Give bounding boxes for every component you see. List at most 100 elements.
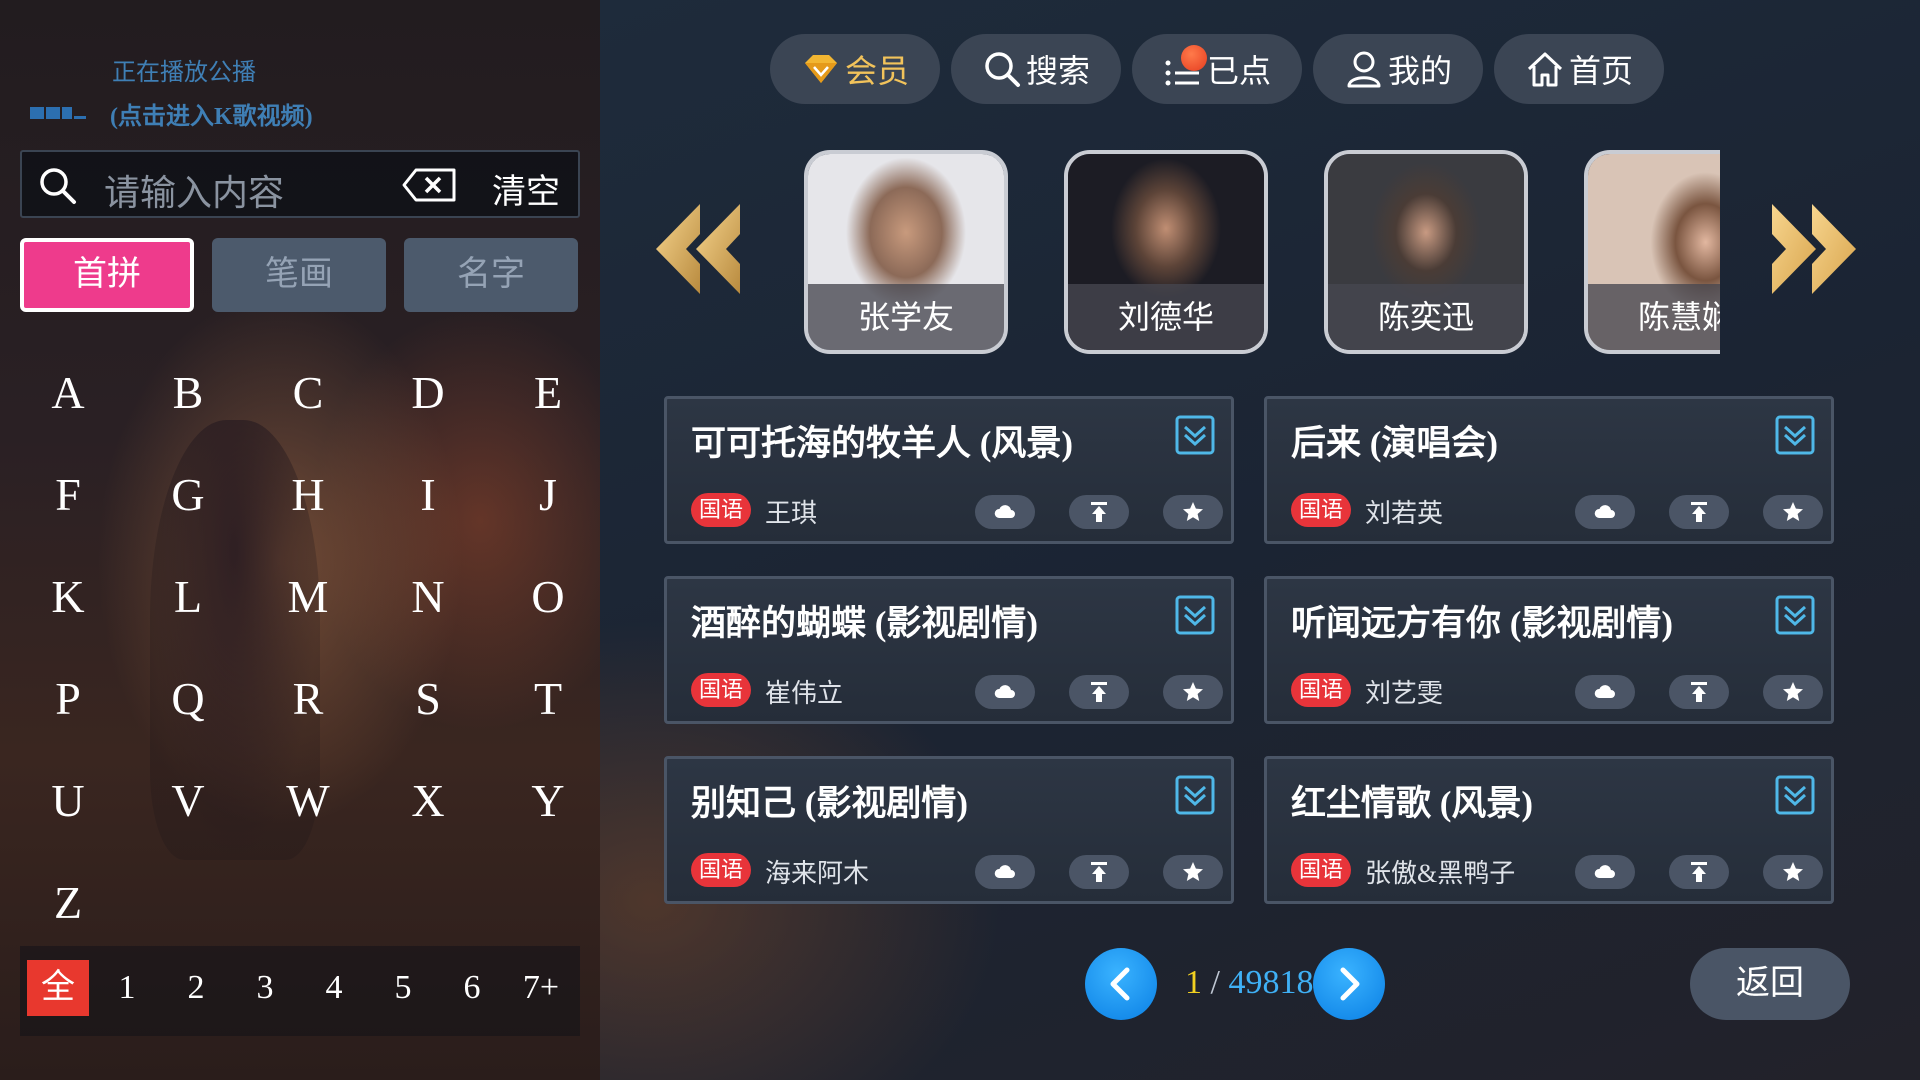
chevron-down-icon[interactable]	[1175, 775, 1215, 815]
key-s[interactable]: S	[388, 672, 468, 725]
favorite-button[interactable]	[1763, 495, 1823, 529]
word-count-4[interactable]: 4	[303, 960, 365, 1016]
key-p[interactable]: P	[28, 672, 108, 725]
word-count-1[interactable]: 1	[96, 960, 158, 1016]
key-q[interactable]: Q	[148, 672, 228, 725]
diamond-icon	[804, 55, 837, 83]
artist-card[interactable]: 陈慧娴	[1584, 150, 1720, 354]
key-l[interactable]: L	[148, 570, 228, 623]
cloud-download-button[interactable]	[975, 675, 1035, 709]
pin-top-button[interactable]	[1069, 675, 1129, 709]
pin-top-icon	[1091, 862, 1107, 882]
artists-prev-arrow-icon[interactable]	[652, 200, 744, 298]
prev-page-button[interactable]	[1085, 948, 1157, 1020]
pin-top-button[interactable]	[1069, 855, 1129, 889]
pin-top-button[interactable]	[1669, 495, 1729, 529]
vip-button[interactable]: 会员	[770, 34, 940, 104]
key-g[interactable]: G	[148, 468, 228, 521]
cloud-download-button[interactable]	[1575, 675, 1635, 709]
key-e[interactable]: E	[508, 366, 588, 419]
tab-first-letter[interactable]: 首拼	[20, 238, 194, 312]
key-v[interactable]: V	[148, 774, 228, 827]
my-button[interactable]: 我的	[1313, 34, 1483, 104]
now-playing-link[interactable]: 正在播放公播 (点击进入K歌视频)	[30, 48, 450, 138]
search-input[interactable]: 请输入内容 清空	[20, 150, 580, 218]
word-count-7plus[interactable]: 7+	[510, 960, 572, 1016]
key-b[interactable]: B	[148, 366, 228, 419]
artists-next-arrow-icon[interactable]	[1768, 200, 1860, 298]
key-u[interactable]: U	[28, 774, 108, 827]
key-z[interactable]: Z	[28, 876, 108, 929]
word-count-2[interactable]: 2	[165, 960, 227, 1016]
pin-top-button[interactable]	[1069, 495, 1129, 529]
favorite-button[interactable]	[1163, 495, 1223, 529]
back-button[interactable]: 返回	[1690, 948, 1850, 1020]
tab-name[interactable]: 名字	[404, 238, 578, 312]
song-card[interactable]: 别知己 (影视剧情) 国语 海来阿木	[664, 756, 1234, 904]
artist-card[interactable]: 刘德华	[1064, 150, 1268, 354]
pin-top-icon	[1091, 502, 1107, 522]
chevron-down-icon[interactable]	[1175, 415, 1215, 455]
cloud-icon	[994, 505, 1015, 518]
cloud-download-button[interactable]	[975, 495, 1035, 529]
key-d[interactable]: D	[388, 366, 468, 419]
song-list: 可可托海的牧羊人 (风景) 国语 王琪 后来 (演唱会) 国语 刘若英 酒醉的蝴…	[664, 396, 1840, 906]
key-i[interactable]: I	[388, 468, 468, 521]
favorite-button[interactable]	[1763, 675, 1823, 709]
pagination: 1 / 49818	[1085, 948, 1405, 1024]
song-card[interactable]: 酒醉的蝴蝶 (影视剧情) 国语 崔伟立	[664, 576, 1234, 724]
chevron-down-icon[interactable]	[1175, 595, 1215, 635]
key-a[interactable]: A	[28, 366, 108, 419]
next-page-button[interactable]	[1313, 948, 1385, 1020]
key-x[interactable]: X	[388, 774, 468, 827]
key-o[interactable]: O	[508, 570, 588, 623]
cloud-download-button[interactable]	[975, 855, 1035, 889]
song-card[interactable]: 听闻远方有你 (影视剧情) 国语 刘艺雯	[1264, 576, 1834, 724]
key-m[interactable]: M	[268, 570, 348, 623]
key-j[interactable]: J	[508, 468, 588, 521]
ordered-songs-button[interactable]: 已点	[1132, 34, 1302, 104]
cloud-download-button[interactable]	[1575, 495, 1635, 529]
chevron-down-icon[interactable]	[1775, 595, 1815, 635]
favorite-button[interactable]	[1163, 855, 1223, 889]
home-button[interactable]: 首页	[1494, 34, 1664, 104]
song-card[interactable]: 后来 (演唱会) 国语 刘若英	[1264, 396, 1834, 544]
key-c[interactable]: C	[268, 366, 348, 419]
word-count-all[interactable]: 全	[27, 960, 89, 1016]
clear-button[interactable]: 清空	[492, 164, 560, 213]
tab-stroke[interactable]: 笔画	[212, 238, 386, 312]
chevron-down-icon[interactable]	[1775, 775, 1815, 815]
pin-top-button[interactable]	[1669, 675, 1729, 709]
key-w[interactable]: W	[268, 774, 348, 827]
chevron-down-icon[interactable]	[1775, 415, 1815, 455]
key-r[interactable]: R	[268, 672, 348, 725]
word-count-6[interactable]: 6	[441, 960, 503, 1016]
key-h[interactable]: H	[268, 468, 348, 521]
song-card[interactable]: 可可托海的牧羊人 (风景) 国语 王琪	[664, 396, 1234, 544]
artist-card[interactable]: 陈奕迅	[1324, 150, 1528, 354]
key-y[interactable]: Y	[508, 774, 588, 827]
word-count-5[interactable]: 5	[372, 960, 434, 1016]
artist-name: 陈奕迅	[1328, 284, 1524, 350]
key-n[interactable]: N	[388, 570, 468, 623]
key-k[interactable]: K	[28, 570, 108, 623]
artist-card[interactable]: 张学友	[804, 150, 1008, 354]
cloud-download-button[interactable]	[1575, 855, 1635, 889]
search-nav-button[interactable]: 搜索	[951, 34, 1121, 104]
star-icon	[1783, 682, 1803, 701]
song-card[interactable]: 红尘情歌 (风景) 国语 张傲&黑鸭子	[1264, 756, 1834, 904]
song-title: 后来 (演唱会)	[1291, 424, 1499, 463]
backspace-icon[interactable]	[402, 168, 458, 202]
key-t[interactable]: T	[508, 672, 588, 725]
pin-top-button[interactable]	[1669, 855, 1729, 889]
pin-top-icon	[1091, 682, 1107, 702]
word-count-3[interactable]: 3	[234, 960, 296, 1016]
top-nav: 会员 搜索 已点 我的 首页	[770, 34, 1870, 106]
key-f[interactable]: F	[28, 468, 108, 521]
favorite-button[interactable]	[1163, 675, 1223, 709]
star-icon	[1783, 502, 1803, 521]
language-badge: 国语	[1291, 673, 1351, 707]
search-placeholder: 请输入内容	[104, 173, 285, 213]
favorite-button[interactable]	[1763, 855, 1823, 889]
pin-top-icon	[1691, 502, 1707, 522]
